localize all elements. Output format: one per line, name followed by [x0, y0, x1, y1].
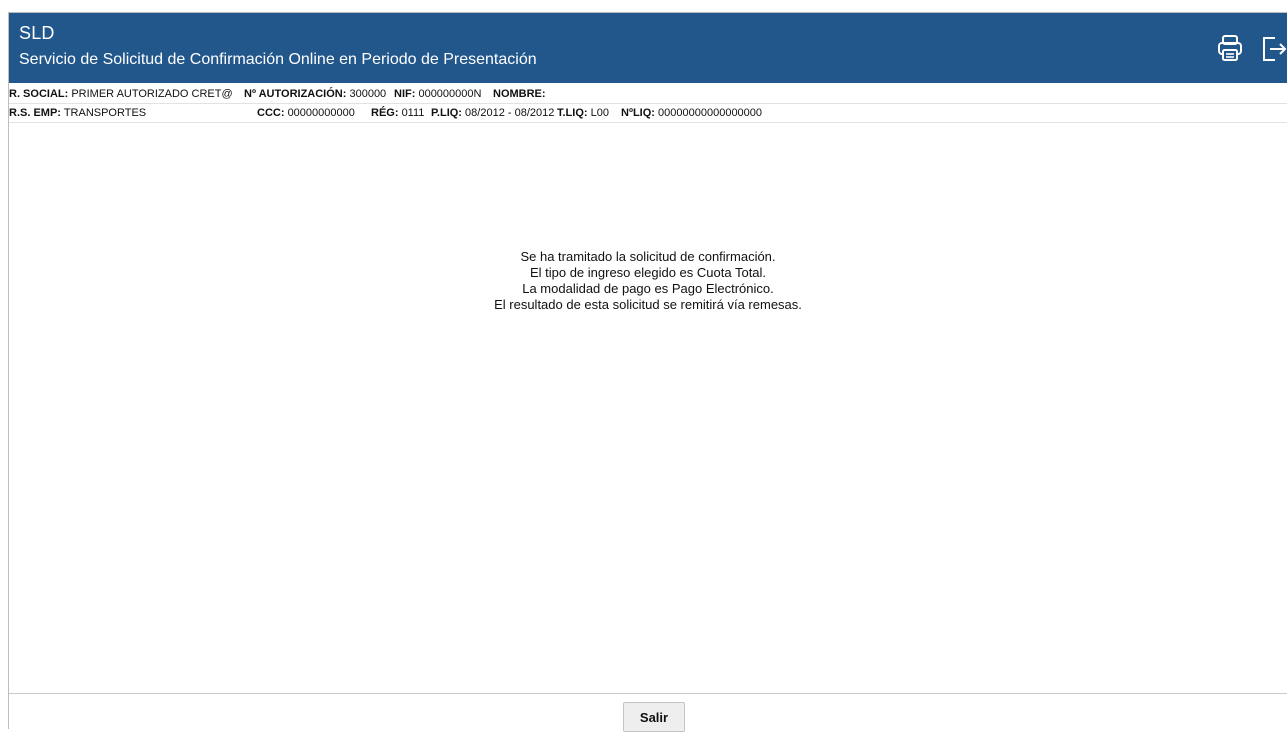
info-bar: R. SOCIAL: PRIMER AUTORIZADO CRET@ Nº AU…: [9, 85, 1287, 123]
info-numero-liquidacion: NºLIQ: 00000000000000000: [621, 107, 763, 119]
header-actions: [1215, 31, 1287, 65]
logout-icon[interactable]: [1257, 31, 1287, 65]
info-regimen: RÉG: 0111: [371, 107, 425, 119]
info-periodo-liquidacion: P.LIQ: 08/2012 - 08/2012: [431, 107, 555, 119]
info-nombre: NOMBRE:: [493, 88, 546, 100]
header-bar: SLD Servicio de Solicitud de Confirmació…: [9, 13, 1287, 83]
message-line: Se ha tramitado la solicitud de confirma…: [520, 249, 776, 264]
exit-button[interactable]: Salir: [623, 702, 685, 732]
info-ccc: CCC: 00000000000: [257, 107, 355, 119]
app-window: SLD Servicio de Solicitud de Confirmació…: [8, 12, 1287, 732]
info-autorizacion: Nº AUTORIZACIÓN: 300000: [244, 88, 387, 100]
info-row-liquidation: R.S. EMP: TRANSPORTES CCC: 00000000000 R…: [9, 104, 1287, 123]
printer-icon[interactable]: [1215, 31, 1245, 65]
page-title: Servicio de Solicitud de Confirmación On…: [19, 51, 537, 68]
info-row-company: R. SOCIAL: PRIMER AUTORIZADO CRET@ Nº AU…: [9, 85, 1287, 104]
message-line: La modalidad de pago es Pago Electrónico…: [522, 281, 774, 296]
info-tipo-liquidacion: T.LIQ: L00: [557, 107, 609, 119]
info-razon-social: R. SOCIAL: PRIMER AUTORIZADO CRET@: [9, 88, 233, 100]
confirmation-message: Se ha tramitado la solicitud de confirma…: [9, 249, 1287, 313]
footer-bar: Salir: [9, 693, 1287, 732]
info-rs-emp: R.S. EMP: TRANSPORTES: [9, 107, 147, 119]
message-line: El resultado de esta solicitud se remiti…: [494, 297, 802, 312]
info-nif: NIF: 000000000N: [394, 88, 482, 100]
app-name: SLD: [19, 23, 55, 43]
message-line: El tipo de ingreso elegido es Cuota Tota…: [529, 265, 767, 280]
